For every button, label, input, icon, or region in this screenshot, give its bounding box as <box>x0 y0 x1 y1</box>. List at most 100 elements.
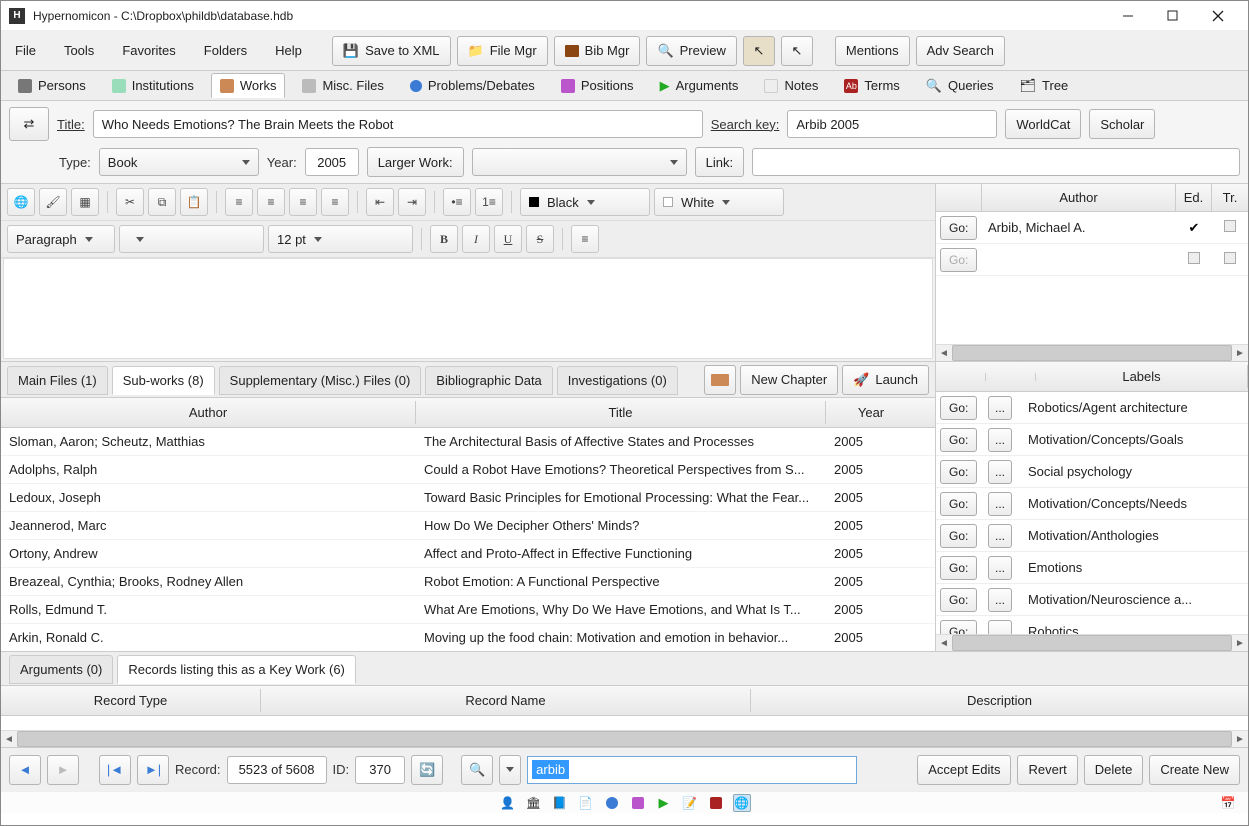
mentions-button[interactable]: Mentions <box>835 36 910 66</box>
menu-tools[interactable]: Tools <box>58 39 100 62</box>
indent-button[interactable]: ⇥ <box>398 188 426 216</box>
label-text[interactable]: Motivation/Concepts/Goals <box>1022 432 1248 447</box>
align-center-button[interactable]: ≡ <box>257 188 285 216</box>
preview-button[interactable]: 🔍 Preview <box>646 36 736 66</box>
create-new-button[interactable]: Create New <box>1149 755 1240 785</box>
author-go-button[interactable]: Go: <box>940 216 977 240</box>
position-status-icon[interactable] <box>629 794 647 812</box>
tr-checkbox[interactable] <box>1212 220 1248 235</box>
label-more-button[interactable]: ... <box>988 428 1012 452</box>
label-more-button[interactable]: ... <box>988 556 1012 580</box>
tab-arguments[interactable]: ▶Arguments <box>651 73 748 99</box>
argument-status-icon[interactable]: ▶ <box>655 794 673 812</box>
book-status-icon[interactable]: 📘 <box>551 794 569 812</box>
align-justify-button[interactable]: ≡ <box>321 188 349 216</box>
tab-terms[interactable]: AbTerms <box>835 73 908 98</box>
author-col[interactable]: Author <box>982 184 1176 211</box>
label-go-button[interactable]: Go: <box>940 428 977 452</box>
paragraph-select[interactable]: Paragraph <box>7 225 115 253</box>
bib-mgr-button[interactable]: Bib Mgr <box>554 36 641 66</box>
col-description[interactable]: Description <box>751 689 1248 712</box>
year-input[interactable]: 2005 <box>305 148 359 176</box>
table-row[interactable]: Adolphs, RalphCould a Robot Have Emotion… <box>1 456 935 484</box>
tab-persons[interactable]: Persons <box>9 73 95 98</box>
label-more-button[interactable]: ... <box>988 396 1012 420</box>
adv-search-button[interactable]: Adv Search <box>916 36 1005 66</box>
font-select[interactable] <box>119 225 264 253</box>
institution-status-icon[interactable]: 🏛 <box>525 794 543 812</box>
web-icon-button[interactable]: 🌐 <box>7 188 35 216</box>
label-go-button[interactable]: Go: <box>940 556 977 580</box>
label-text[interactable]: Emotions <box>1022 560 1248 575</box>
label-text[interactable]: Social psychology <box>1022 464 1248 479</box>
worldcat-button[interactable]: WorldCat <box>1005 109 1081 139</box>
file-status-icon[interactable]: 📄 <box>577 794 595 812</box>
col-author[interactable]: Author <box>1 401 416 424</box>
label-more-button[interactable]: ... <box>988 460 1012 484</box>
subtab-supp[interactable]: Supplementary (Misc.) Files (0) <box>219 366 422 395</box>
menu-folders[interactable]: Folders <box>198 39 253 62</box>
subtab-main-files[interactable]: Main Files (1) <box>7 366 108 395</box>
save-xml-button[interactable]: 💾 Save to XML <box>332 36 451 66</box>
type-select[interactable]: Book <box>99 148 259 176</box>
nav-first-button[interactable]: |◄ <box>99 755 131 785</box>
tree-nav-button[interactable]: ⇄ <box>9 107 49 141</box>
color-indicator-button[interactable] <box>704 365 736 395</box>
delete-button[interactable]: Delete <box>1084 755 1144 785</box>
editor-canvas[interactable] <box>3 258 933 359</box>
labels-hscroll[interactable]: ◄► <box>936 634 1248 651</box>
maximize-button[interactable] <box>1150 2 1195 30</box>
label-text[interactable]: Motivation/Anthologies <box>1022 528 1248 543</box>
outdent-button[interactable]: ⇤ <box>366 188 394 216</box>
menu-file[interactable]: File <box>9 39 42 62</box>
tab-queries[interactable]: 🔍Queries <box>917 73 1003 99</box>
table-row[interactable]: Ortony, AndrewAffect and Proto-Affect in… <box>1 540 935 568</box>
menu-favorites[interactable]: Favorites <box>116 39 181 62</box>
table-row[interactable]: Sloman, Aaron; Scheutz, MatthiasThe Arch… <box>1 428 935 456</box>
ed-checkbox[interactable]: ✔ <box>1176 220 1212 236</box>
align-right-button[interactable]: ≡ <box>289 188 317 216</box>
revert-button[interactable]: Revert <box>1017 755 1077 785</box>
ul-button[interactable]: •≡ <box>443 188 471 216</box>
text-color-select[interactable]: Black <box>520 188 650 216</box>
title-label[interactable]: Title: <box>57 117 85 132</box>
label-text[interactable]: Robotics <box>1022 624 1248 634</box>
ol-button[interactable]: 1≡ <box>475 188 503 216</box>
bold-button[interactable]: B <box>430 225 458 253</box>
link-button[interactable]: Link: <box>695 147 744 177</box>
label-text[interactable]: Motivation/Concepts/Needs <box>1022 496 1248 511</box>
label-go-button[interactable]: Go: <box>940 524 977 548</box>
brush-button[interactable]: 🖌 <box>39 188 67 216</box>
paste-button[interactable]: 📋 <box>180 188 208 216</box>
label-more-button[interactable]: ... <box>988 620 1012 635</box>
select-all-button[interactable]: ▦ <box>71 188 99 216</box>
subtab-sub-works[interactable]: Sub-works (8) <box>112 366 215 395</box>
tab-notes[interactable]: Notes <box>755 73 827 98</box>
subtab-investigations[interactable]: Investigations (0) <box>557 366 678 395</box>
minimize-button[interactable] <box>1105 2 1150 30</box>
searchkey-label[interactable]: Search key: <box>711 117 780 132</box>
author-hscroll[interactable]: ◄► <box>936 344 1248 361</box>
refresh-button[interactable]: 🔄 <box>411 755 443 785</box>
copy-button[interactable]: ⧉ <box>148 188 176 216</box>
nav-last-button[interactable]: ►| <box>137 755 169 785</box>
align-left-button[interactable]: ≡ <box>225 188 253 216</box>
scholar-button[interactable]: Scholar <box>1089 109 1155 139</box>
launch-button[interactable]: 🚀Launch <box>842 365 929 395</box>
new-chapter-button[interactable]: New Chapter <box>740 365 838 395</box>
pointer-b-button[interactable]: ↖ <box>781 36 813 66</box>
note-status-icon[interactable]: 📝 <box>681 794 699 812</box>
table-row[interactable]: Ledoux, JosephToward Basic Principles fo… <box>1 484 935 512</box>
labels-col[interactable]: Labels <box>1036 365 1248 388</box>
label-text[interactable]: Robotics/Agent architecture <box>1022 400 1248 415</box>
italic-button[interactable]: I <box>462 225 490 253</box>
underline-button[interactable]: U <box>494 225 522 253</box>
tab-arguments-bottom[interactable]: Arguments (0) <box>9 655 113 684</box>
table-row[interactable]: Arkin, Ronald C.Moving up the food chain… <box>1 624 935 651</box>
title-input[interactable]: Who Needs Emotions? The Brain Meets the … <box>93 110 703 138</box>
size-select[interactable]: 12 pt <box>268 225 413 253</box>
searchkey-input[interactable]: Arbib 2005 <box>787 110 997 138</box>
nav-forward-button[interactable]: ► <box>47 755 79 785</box>
calendar-status-icon[interactable]: 📅 <box>1219 794 1237 812</box>
label-more-button[interactable]: ... <box>988 524 1012 548</box>
